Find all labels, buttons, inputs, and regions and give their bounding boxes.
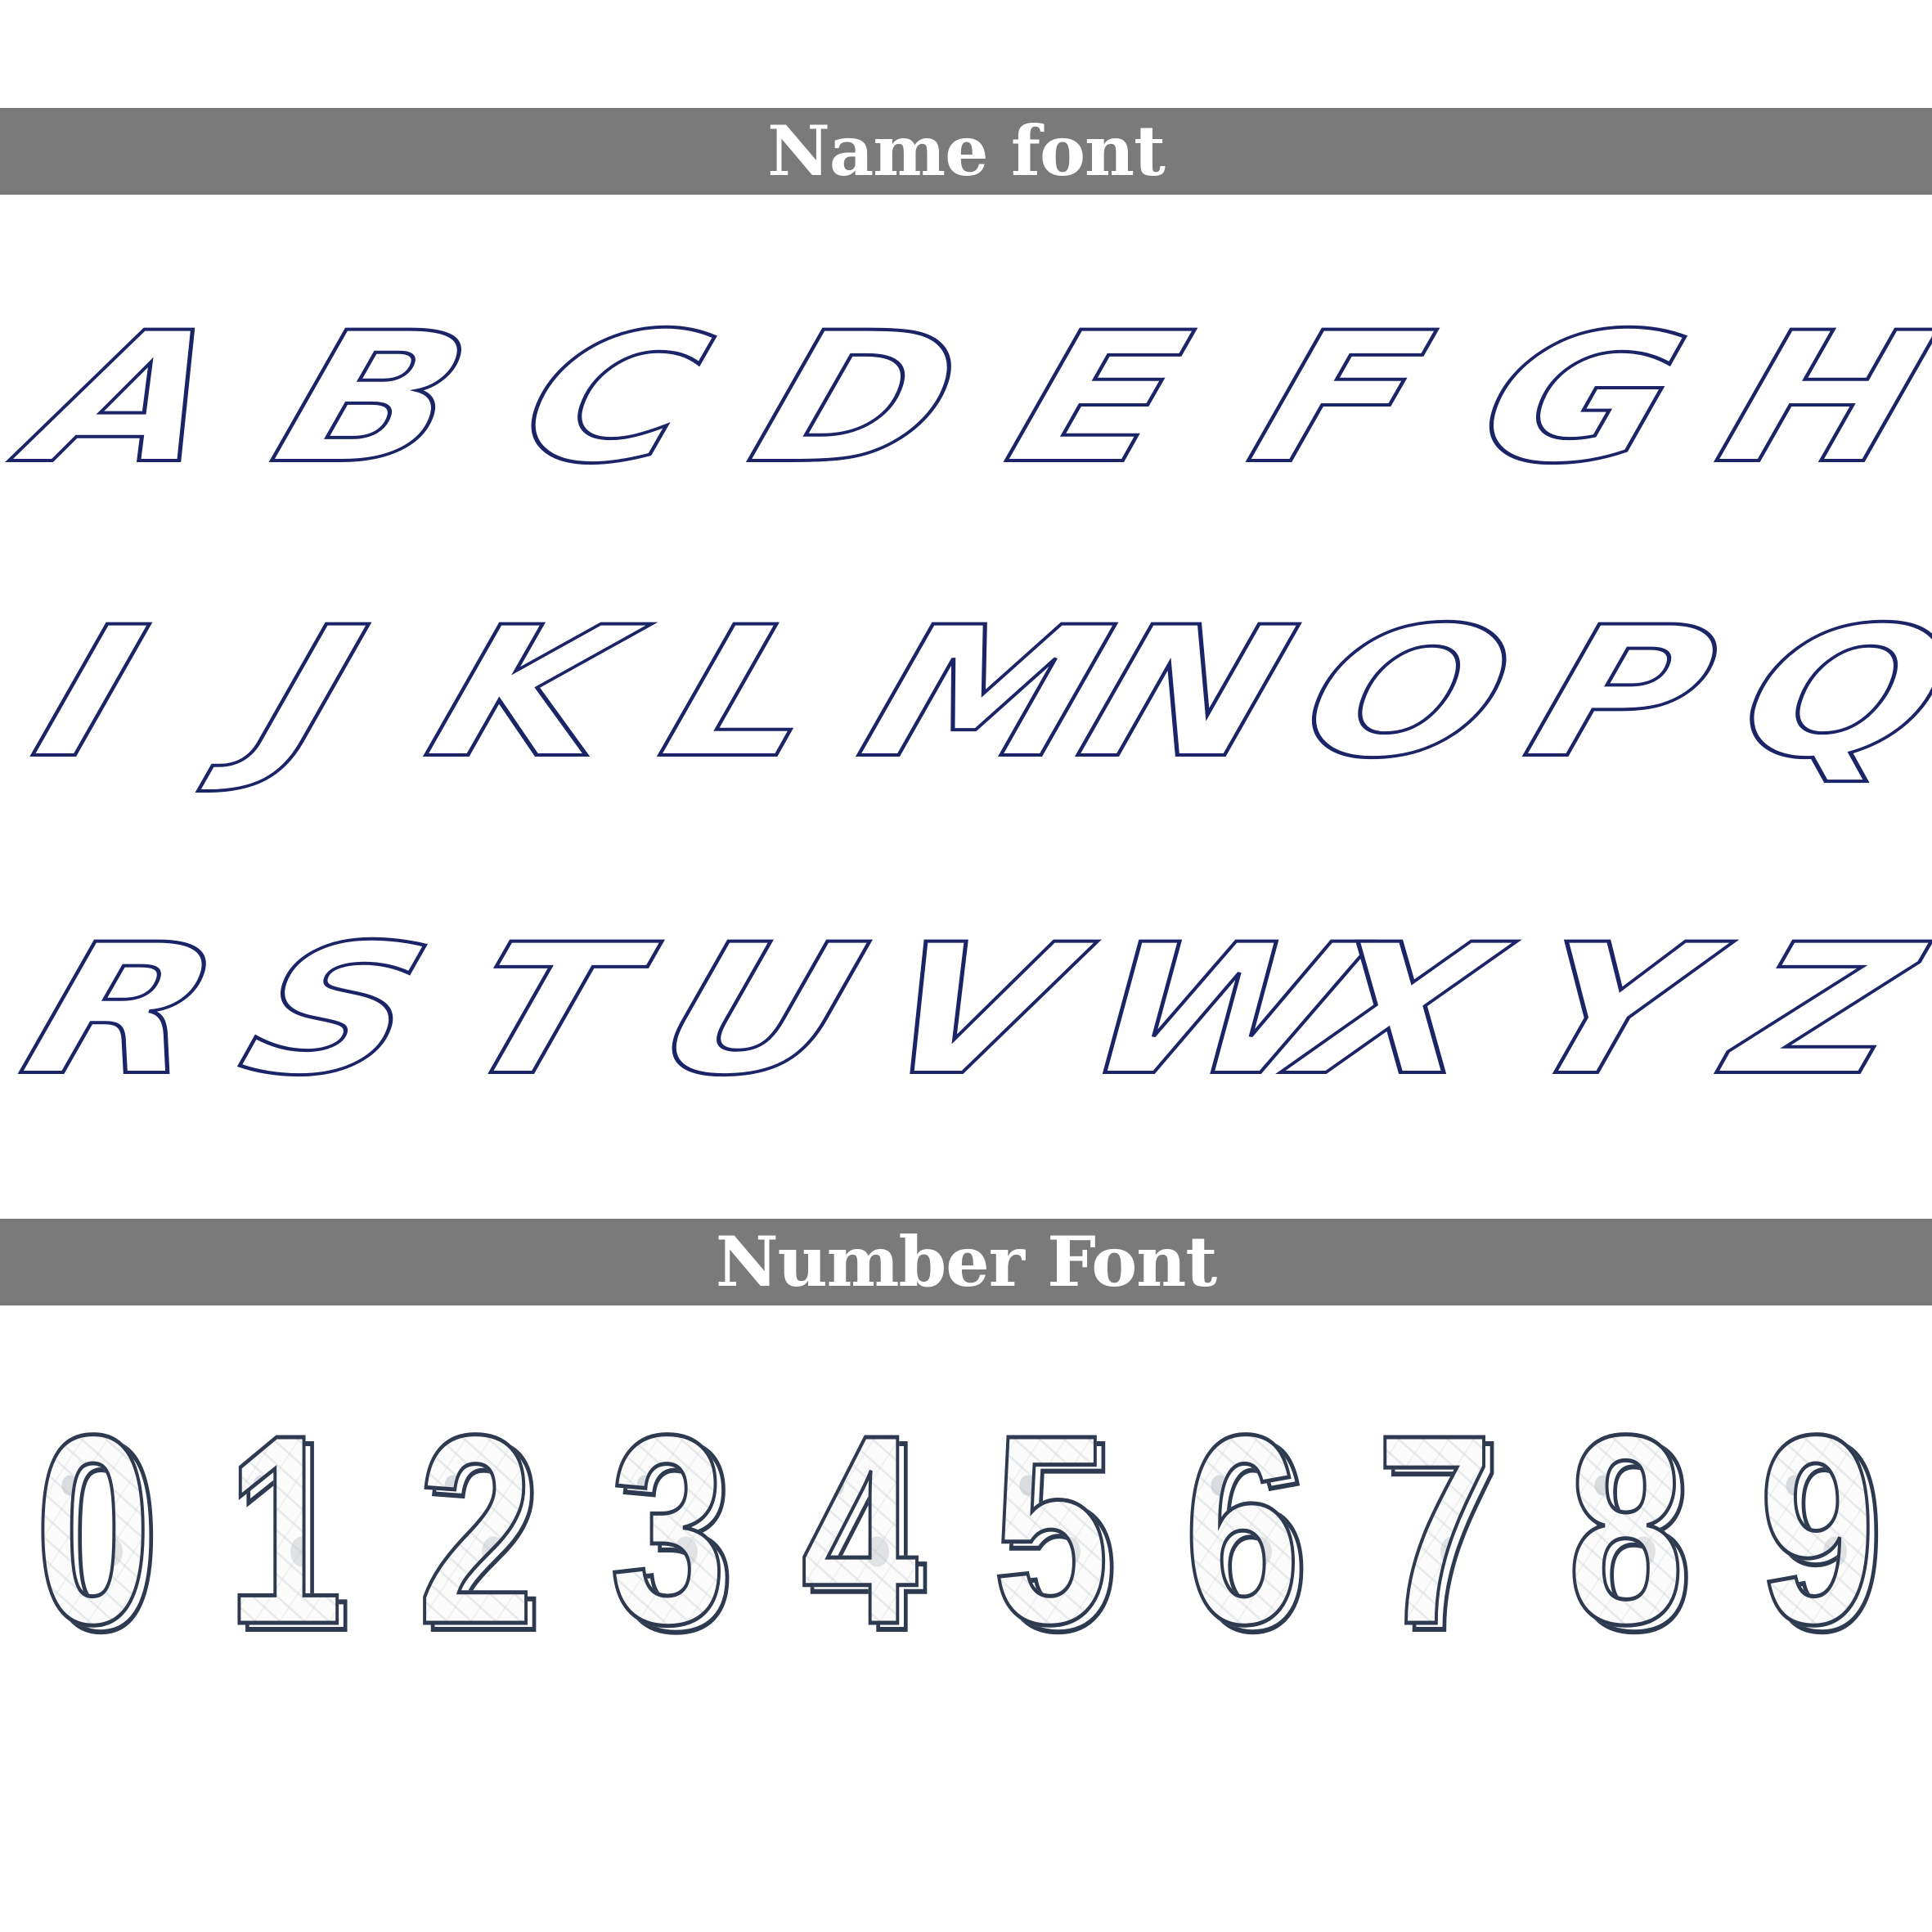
name-font-title: Name font [767, 110, 1166, 191]
digit-face: 0 [33, 1378, 153, 1680]
digit-face: 3 [608, 1378, 728, 1680]
number-font-title: Number Font [715, 1221, 1217, 1302]
letter-glyph: Q [1714, 586, 1932, 799]
letter-glyph: V [851, 904, 1096, 1117]
letter-row-2: I J K L M N O P Q [12, 586, 1932, 799]
letter-glyph: Y [1494, 904, 1729, 1117]
letter-glyph: G [1454, 292, 1710, 505]
digit-face: 9 [1757, 1378, 1877, 1680]
name-font-banner: Name font [0, 108, 1932, 195]
letter-glyph: H [1696, 292, 1932, 505]
letter-glyph: R [0, 904, 245, 1117]
letter-glyph: P [1505, 586, 1741, 799]
digit-face: 5 [991, 1378, 1111, 1680]
letter-row-3: R S T U V W X Y Z [0, 904, 1932, 1117]
letter-glyph: C [496, 292, 733, 505]
digit-glyph: 5 5 [976, 1378, 1148, 1680]
letter-glyph: J [231, 586, 387, 799]
digit-glyph: 2 2 [401, 1378, 573, 1680]
digit-row: 0 0 1 1 2 2 3 3 4 4 5 5 6 6 7 7 8 8 9 9 [18, 1378, 1914, 1680]
digit-glyph: 1 1 [209, 1378, 381, 1680]
digit-glyph: 3 3 [593, 1378, 765, 1680]
digit-face: 8 [1566, 1378, 1686, 1680]
letter-glyph: M [838, 586, 1134, 799]
letter-glyph: D [729, 292, 987, 505]
letter-glyph: A [8, 292, 254, 505]
digit-glyph: 9 9 [1742, 1378, 1914, 1680]
digit-face: 4 [799, 1378, 919, 1680]
letter-glyph: O [1276, 586, 1539, 799]
letter-glyph: W [1058, 904, 1378, 1117]
letter-glyph: T [435, 904, 660, 1117]
digit-glyph: 6 6 [1167, 1378, 1339, 1680]
digit-face: 6 [1183, 1378, 1303, 1680]
digit-glyph: 7 7 [1359, 1378, 1531, 1680]
letter-glyph: L [640, 586, 855, 799]
digit-glyph: 4 4 [784, 1378, 956, 1680]
digit-face: 2 [416, 1378, 537, 1680]
digit-face: 7 [1374, 1378, 1494, 1680]
letter-glyph: S [218, 904, 452, 1117]
letter-glyph: K [405, 586, 651, 799]
letter-glyph: I [12, 586, 168, 799]
letter-glyph: U [634, 904, 888, 1117]
digit-glyph: 0 0 [18, 1378, 190, 1680]
number-font-banner: Number Font [0, 1219, 1932, 1305]
letter-glyph: E [986, 292, 1211, 505]
letter-glyph: F [1228, 292, 1453, 505]
digit-face: 1 [224, 1378, 344, 1680]
letter-glyph: B [251, 292, 494, 505]
letter-glyph: Z [1706, 904, 1932, 1117]
letter-row-1: A B C D E F G H [8, 292, 1932, 505]
digit-glyph: 8 8 [1551, 1378, 1723, 1680]
